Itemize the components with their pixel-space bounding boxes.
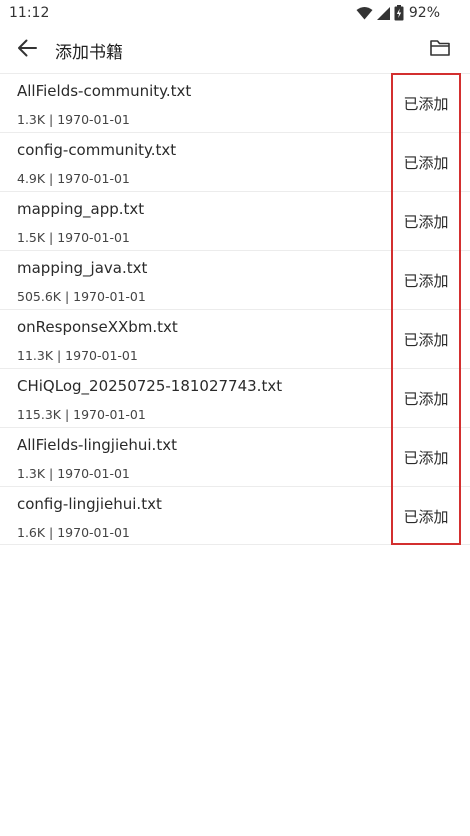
status-icons: 92% [356,4,440,22]
status-time: 11:12 [9,5,50,21]
cellular-signal-icon [376,6,390,20]
file-item[interactable]: AllFields-community.txt 1.3K | 1970-01-0… [0,73,470,132]
added-status: 已添加 [403,331,449,349]
file-item[interactable]: config-lingjiehui.txt 1.6K | 1970-01-01 … [0,486,470,545]
file-list: AllFields-community.txt 1.3K | 1970-01-0… [0,73,470,545]
back-button[interactable] [13,36,41,64]
file-item[interactable]: mapping_app.txt 1.5K | 1970-01-01 已添加 [0,191,470,250]
file-name: config-lingjiehui.txt [17,495,162,513]
battery-charging-icon [394,5,404,21]
file-item[interactable]: CHiQLog_20250725-181027743.txt 115.3K | … [0,368,470,427]
added-status: 已添加 [403,449,449,467]
file-meta: 1.3K | 1970-01-01 [17,466,130,481]
file-name: AllFields-lingjiehui.txt [17,436,177,454]
file-name: AllFields-community.txt [17,82,192,100]
file-meta: 1.6K | 1970-01-01 [17,525,130,540]
added-status: 已添加 [403,272,449,290]
wifi-icon [356,6,373,20]
file-meta: 11.3K | 1970-01-01 [17,348,138,363]
file-item[interactable]: AllFields-lingjiehui.txt 1.3K | 1970-01-… [0,427,470,486]
app-bar: 添加书籍 [0,26,470,73]
file-name: onResponseXXbm.txt [17,318,178,336]
file-meta: 115.3K | 1970-01-01 [17,407,146,422]
battery-percent: 92% [408,5,440,21]
file-item[interactable]: config-community.txt 4.9K | 1970-01-01 已… [0,132,470,191]
folder-icon [430,39,450,60]
file-meta: 1.5K | 1970-01-01 [17,230,130,245]
file-meta: 4.9K | 1970-01-01 [17,171,130,186]
file-item[interactable]: mapping_java.txt 505.6K | 1970-01-01 已添加 [0,250,470,309]
added-status: 已添加 [403,390,449,408]
folder-button[interactable] [427,37,453,61]
page-title: 添加书籍 [55,43,123,63]
added-status: 已添加 [403,154,449,172]
file-item[interactable]: onResponseXXbm.txt 11.3K | 1970-01-01 已添… [0,309,470,368]
arrow-back-icon [17,39,37,61]
file-meta: 1.3K | 1970-01-01 [17,112,130,127]
file-meta: 505.6K | 1970-01-01 [17,289,146,304]
added-status: 已添加 [403,95,449,113]
status-bar: 11:12 92% [0,0,470,26]
file-name: config-community.txt [17,141,177,159]
file-name: CHiQLog_20250725-181027743.txt [17,377,283,395]
file-name: mapping_java.txt [17,259,148,277]
added-status: 已添加 [403,213,449,231]
added-status: 已添加 [403,508,449,526]
file-name: mapping_app.txt [17,200,145,218]
